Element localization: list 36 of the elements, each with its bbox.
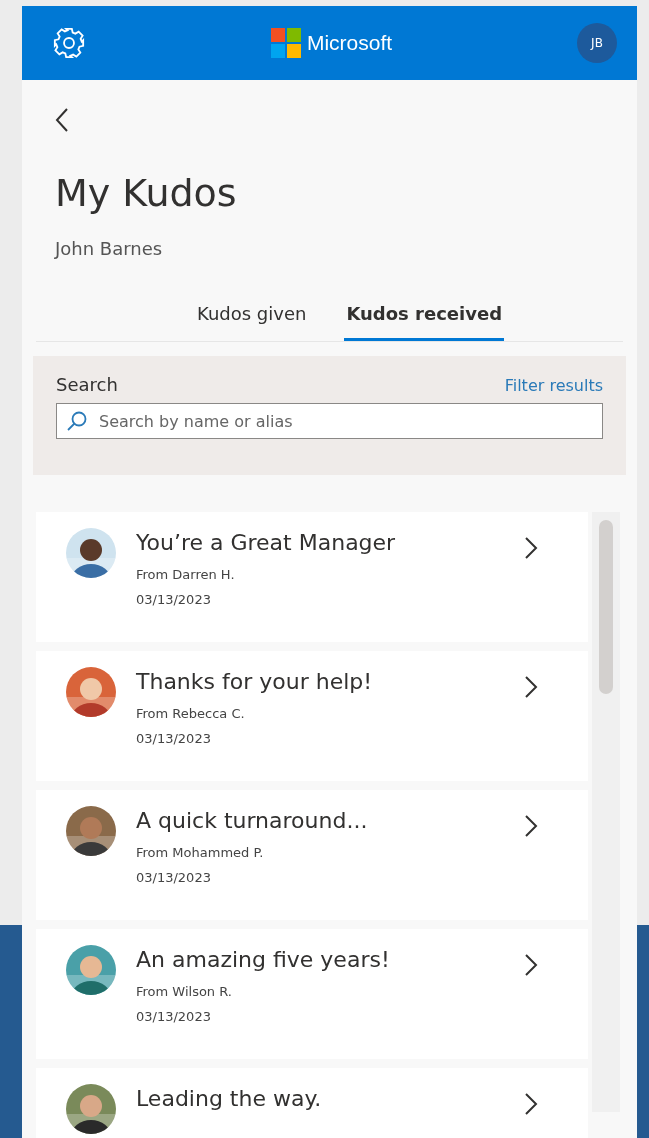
scrollbar[interactable] [592,512,620,1112]
chevron-icon [524,675,538,699]
sender-name: From Darren H. [136,567,236,582]
sender-name: From Wilson R. [136,984,233,999]
kudos-card[interactable]: An amazing five years! From Wilson R. 03/13/2023 [36,929,588,1059]
chevron-icon [524,536,538,560]
scroll-thumb[interactable] [599,520,613,694]
search-label: Search [56,374,118,395]
tab[interactable]: Kudos given [194,303,309,341]
user-name: John Barnes [55,238,164,259]
logo-icon [270,28,301,58]
kudos-date: 03/13/2023 [136,870,212,885]
kudos-date: 03/13/2023 [136,1009,212,1024]
filter-link[interactable]: Filter results [504,376,603,395]
brand-name: Microsoft [306,31,393,55]
kudos-card[interactable]: Thanks for your help! From Rebecca C. 03/13/2023 [36,651,588,781]
kudos-date: 03/13/2023 [136,592,212,607]
sender-name: From Rebecca C. [136,706,246,721]
kudos-title: You’re a Great Manager [136,530,397,555]
kudos-card[interactable]: A quick turnaround... From Mohammed P. 03/13/2023 [36,790,588,920]
chevron-icon [524,814,538,838]
kudos-title: Leading the way. [136,1086,323,1111]
kudos-title: An amazing five years! [136,947,391,972]
chevron-icon [524,953,538,977]
kudos-date: 03/13/2023 [136,731,212,746]
sender-name: From Mohammed P. [136,845,265,860]
kudos-title: A quick turnaround... [136,808,369,833]
search-field[interactable]: Search by name or alias [56,403,603,439]
kudos-title: Thanks for your help! [136,669,374,694]
kudos-card[interactable]: Leading the way. [36,1068,588,1138]
chevron-icon [524,1092,538,1116]
user-avatar[interactable]: JB [577,23,617,63]
tab[interactable]: Kudos received [344,303,505,341]
settings-icon[interactable] [52,26,86,60]
page-title: My Kudos [55,174,238,212]
kudos-card[interactable]: You’re a Great Manager From Darren H. 03/13/2023 [36,512,588,642]
